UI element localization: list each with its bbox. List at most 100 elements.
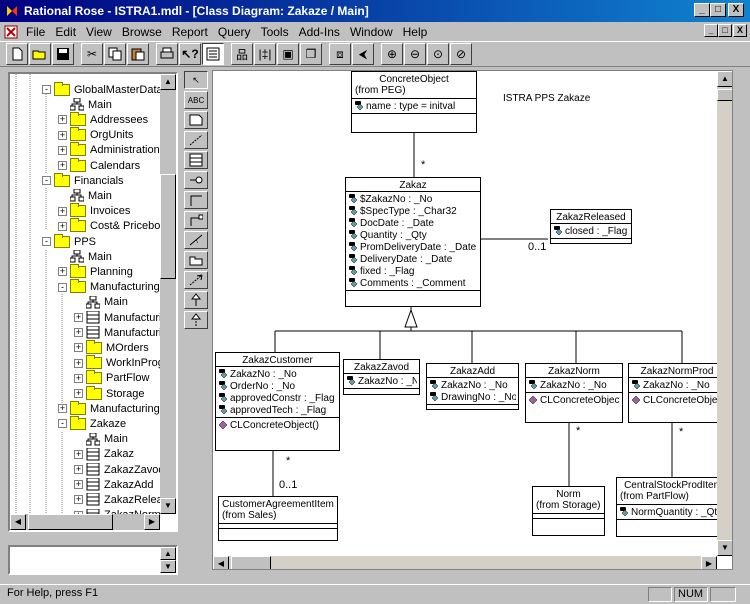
scroll-up-button[interactable]: ▲ (160, 74, 176, 90)
attribute-row[interactable]: ZakazNo : _No (429, 379, 516, 391)
menu-file[interactable]: File (21, 25, 50, 39)
menu-add-ins[interactable]: Add-Ins (294, 25, 345, 39)
class-box-normstorage[interactable]: Norm (from Storage) (532, 486, 605, 536)
tree-item[interactable]: + Storage (74, 385, 145, 401)
browse-interaction-diagram-button[interactable]: |‡| (254, 43, 276, 65)
canvas-scroll-right[interactable]: ▶ (701, 556, 717, 569)
tree-item[interactable]: + MOrders (74, 339, 149, 355)
attribute-row[interactable]: $ZakazNo : _No (348, 193, 478, 205)
selection-tool[interactable]: ↖ (184, 71, 208, 89)
expand-icon[interactable]: + (74, 313, 83, 322)
canvas-scroll-left[interactable]: ◀ (213, 556, 229, 569)
browse-deployment-diagram-button[interactable]: ❒ (300, 43, 322, 65)
class-box-concrete[interactable]: ConcreteObject (from PEG) name : type = in… (351, 71, 477, 133)
collapse-icon[interactable]: - (42, 176, 51, 186)
canvas-scroll-up[interactable]: ▲ (717, 71, 732, 87)
tree-item[interactable]: + OrgUnits (58, 127, 133, 143)
tree-item[interactable]: Main (58, 188, 112, 203)
attribute-row[interactable]: ZakazNo : _No (218, 368, 337, 380)
tree-item[interactable]: + Manufacturing (74, 325, 174, 340)
tree-item[interactable]: + ZakazAdd (74, 477, 154, 492)
canvas-hscrollbar[interactable]: ◀ ▶ (213, 556, 717, 569)
scroll-thumb[interactable] (160, 174, 176, 279)
attribute-row[interactable]: ZakazNo : _No (631, 379, 723, 391)
expand-icon[interactable]: + (58, 145, 67, 155)
note-tool[interactable] (184, 111, 208, 129)
tree-item[interactable]: Main (74, 295, 128, 310)
hscroll-thumb[interactable] (28, 514, 113, 530)
attribute-row[interactable]: name : type = initval (354, 100, 474, 112)
tree-item[interactable]: + PartFlow (74, 370, 149, 386)
paste-button[interactable] (127, 43, 149, 65)
aggregation-tool[interactable] (184, 211, 208, 229)
tree-item[interactable]: - Manufacturing (58, 279, 160, 295)
tree-item[interactable]: - Zakaze (58, 415, 126, 431)
mdi-minimize-button[interactable]: _ (704, 24, 718, 37)
association-tool[interactable] (184, 191, 208, 209)
tree-item[interactable]: - PPS (42, 233, 96, 249)
rational-rose-icon[interactable] (4, 3, 20, 19)
attribute-row[interactable]: approvedTech : _Flag (218, 404, 337, 416)
class-box-zavod[interactable]: ZakazZavod ZakazNo : _No (343, 359, 420, 395)
diagram-note[interactable]: ISTRA PPS Zakaze (503, 93, 590, 104)
scroll-down-button[interactable]: ▼ (160, 498, 176, 514)
generalization-tool[interactable] (184, 291, 208, 309)
tree-item[interactable]: - GlobalMasterData (42, 81, 163, 97)
operation-row[interactable]: CLConcreteObject() (218, 419, 337, 431)
tree-item[interactable]: + Cost& Pricebook (58, 218, 172, 234)
browser-hscrollbar[interactable]: ◀ ▶ (10, 514, 160, 530)
doc-scroll-down[interactable]: ▼ (160, 560, 176, 573)
menu-view[interactable]: View (81, 25, 117, 39)
expand-icon[interactable]: + (74, 480, 83, 490)
browser-vscrollbar[interactable]: ▲ ▼ (160, 74, 176, 514)
browse-previous-button[interactable]: ⮜ (352, 43, 374, 65)
maximize-button[interactable]: □ (710, 3, 726, 17)
attribute-row[interactable]: closed : _Flag (553, 225, 629, 237)
model-browser[interactable]: - GlobalMasterData Main + Addressees + OrgUnit… (8, 72, 178, 532)
expand-icon[interactable]: + (58, 267, 67, 277)
fit-in-window-button[interactable]: ⊙ (427, 43, 449, 65)
operation-row[interactable]: CLConcreteObject() (631, 394, 723, 406)
open-button[interactable] (29, 43, 51, 65)
expand-icon[interactable]: + (74, 343, 83, 353)
browse-documentation-button[interactable] (202, 43, 224, 65)
tree-item[interactable]: + Zakaz (74, 447, 134, 462)
canvas-scroll-down[interactable]: ▼ (717, 540, 732, 556)
attribute-row[interactable]: Comments : _Comment (348, 277, 478, 289)
expand-icon[interactable]: + (58, 161, 67, 170)
browse-parent-button[interactable]: ⧈ (329, 43, 351, 65)
class-diagram-canvas[interactable]: ISTRA PPS Zakaze * 0..1 * 0..1 * * Concr… (212, 70, 733, 570)
new-file-button[interactable] (6, 43, 28, 65)
class-box-central[interactable]: CentralStockProdItem (from PartFlow) NormQ… (616, 477, 730, 537)
text-tool[interactable]: ABC (184, 91, 208, 109)
attribute-row[interactable]: DocDate : _Date (348, 217, 478, 229)
attribute-row[interactable]: OrderNo : _No (218, 380, 337, 392)
tree-item[interactable]: + Planning (58, 263, 133, 279)
attribute-row[interactable]: PromDeliveryDate : _Date (348, 241, 478, 253)
tree-item[interactable]: Main (58, 249, 112, 264)
menu-window[interactable]: Window (345, 25, 398, 39)
tree-item[interactable]: Main (58, 97, 112, 112)
document-menu-icon[interactable] (4, 25, 18, 39)
expand-icon[interactable]: + (74, 328, 83, 338)
anchor-note-tool[interactable] (184, 131, 208, 149)
realize-tool[interactable] (184, 311, 208, 329)
class-box-add[interactable]: ZakazAdd ZakazNo : _No DrawingNo : _No (426, 363, 519, 410)
menu-tools[interactable]: Tools (256, 25, 294, 39)
expand-icon[interactable]: + (74, 465, 83, 474)
attribute-row[interactable]: fixed : _Flag (348, 265, 478, 277)
tree-item[interactable]: + Invoices (58, 203, 130, 219)
attribute-row[interactable]: ZakazNo : _No (346, 375, 417, 387)
tree-item[interactable]: + ZakazZavod (74, 462, 165, 477)
expand-icon[interactable]: + (74, 389, 83, 398)
tree-item[interactable]: + Addressees (58, 111, 148, 127)
class-box-agreement[interactable]: CustomerAgreementItem (from Sales) (218, 496, 338, 541)
zoom-in-button[interactable]: ⊕ (381, 43, 403, 65)
collapse-icon[interactable]: - (58, 419, 67, 429)
attribute-row[interactable]: $SpecType : _Char32 (348, 205, 478, 217)
interface-tool[interactable] (184, 171, 208, 189)
help-pointer-button[interactable]: ↖? (179, 43, 201, 65)
tree-item[interactable]: + Manufacturing (58, 400, 160, 416)
expand-icon[interactable]: + (58, 130, 67, 140)
menu-help[interactable]: Help (398, 25, 433, 39)
